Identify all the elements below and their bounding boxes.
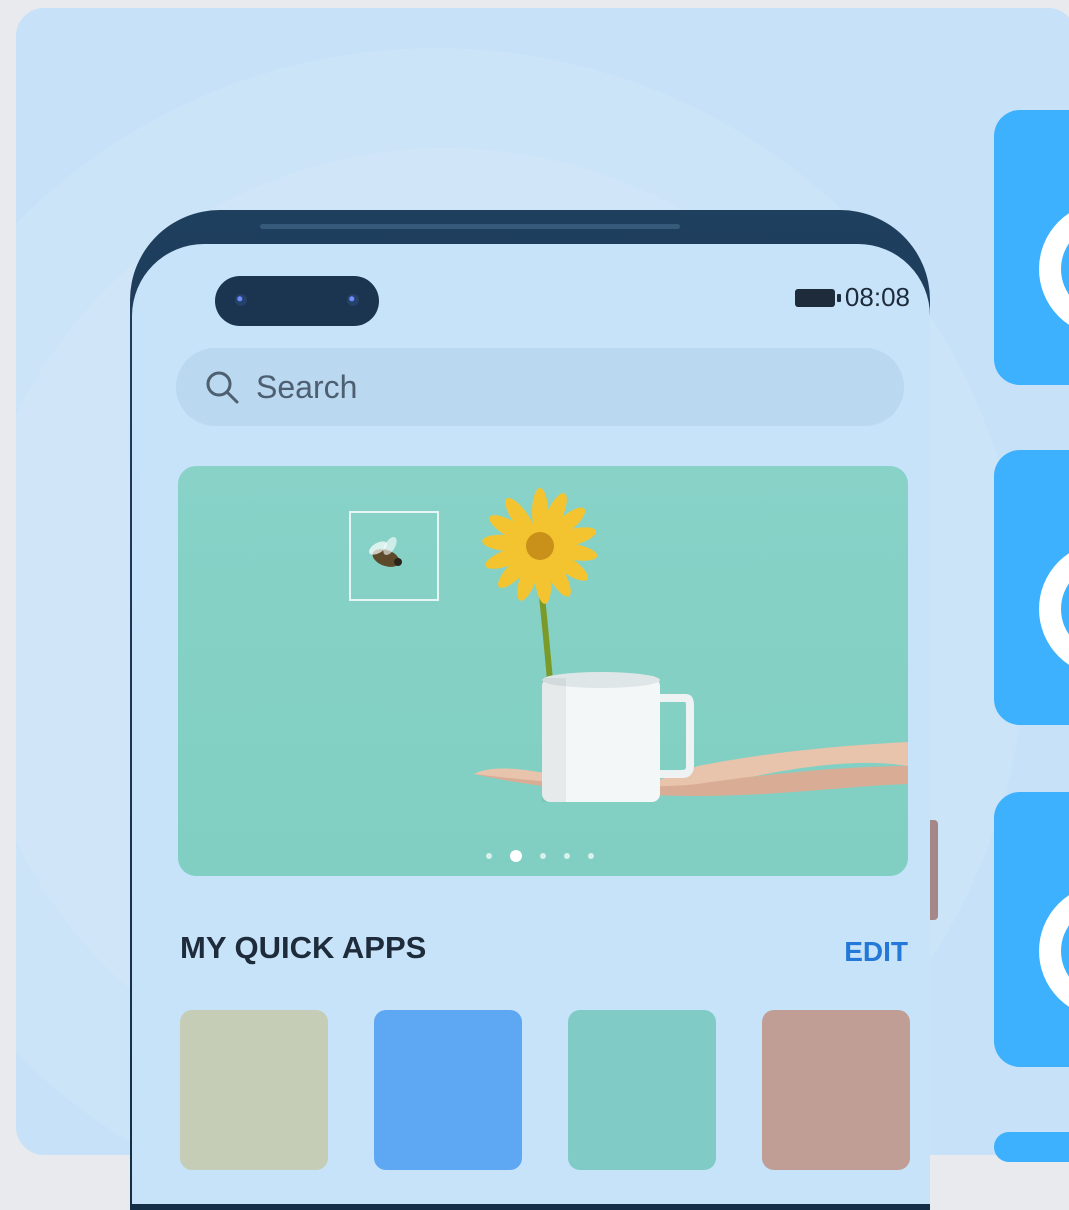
search-icon (202, 367, 242, 407)
quick-app-tile[interactable] (180, 1010, 328, 1170)
side-card[interactable] (994, 110, 1069, 385)
side-card[interactable] (994, 450, 1069, 725)
search-bar[interactable]: Search (176, 348, 904, 426)
phone-screen: 08:08 Search MY QUICK APPS EDIT (132, 244, 930, 1204)
pagination-dot[interactable] (564, 853, 570, 859)
quick-apps-title: MY QUICK APPS (180, 930, 427, 965)
phone-side-button (930, 820, 938, 920)
search-placeholder: Search (256, 368, 358, 405)
quick-app-tile[interactable] (762, 1010, 910, 1170)
featured-banner[interactable] (178, 466, 908, 876)
bee-icon (368, 536, 402, 567)
quick-app-tile[interactable] (374, 1010, 522, 1170)
quick-apps-grid (180, 1010, 910, 1170)
status-time: 08:08 (844, 282, 910, 312)
banner-pagination[interactable] (486, 850, 594, 862)
side-card[interactable] (994, 1132, 1069, 1162)
edit-button[interactable]: EDIT (844, 936, 908, 968)
ring-icon (1039, 542, 1069, 676)
pagination-dot-active[interactable] (510, 850, 522, 862)
status-bar: 08:08 (794, 282, 910, 313)
ring-icon (1039, 884, 1069, 1018)
phone-top-edge (260, 224, 680, 229)
battery-icon (794, 288, 841, 307)
side-card[interactable] (994, 792, 1069, 1067)
ring-icon (1039, 202, 1069, 336)
pagination-dot[interactable] (486, 853, 492, 859)
flower-icon (482, 488, 598, 604)
pagination-dot[interactable] (540, 853, 546, 859)
banner-image (349, 488, 908, 802)
camera-lens-icon (235, 294, 247, 306)
camera-cutout (215, 276, 379, 326)
pagination-dot[interactable] (588, 853, 594, 859)
camera-lens-icon (347, 294, 359, 306)
quick-app-tile[interactable] (568, 1010, 716, 1170)
